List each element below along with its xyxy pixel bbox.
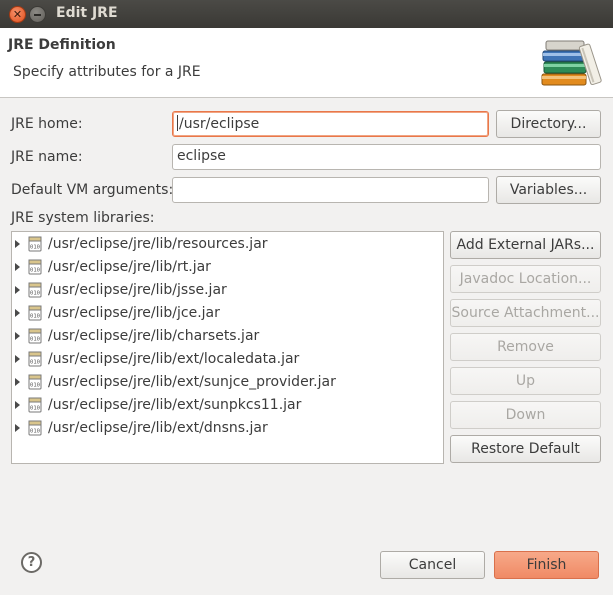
expand-arrow-icon[interactable] [15,423,20,432]
tree-item[interactable]: 010 /usr/eclipse/jre/lib/ext/dnsns.jar [12,416,442,439]
tree-item-label: /usr/eclipse/jre/lib/rt.jar [48,258,211,275]
expand-arrow-icon[interactable] [15,400,20,409]
tree-item-label: /usr/eclipse/jre/lib/ext/sunpkcs11.jar [48,396,302,413]
jre-home-value: /usr/eclipse [179,116,260,132]
source-attachment-button[interactable]: Source Attachment... [450,299,601,327]
svg-text:010: 010 [30,359,40,365]
jar-file-icon: 010 [28,374,42,389]
jre-name-label: JRE name: [11,149,83,165]
variables-button[interactable]: Variables... [496,176,601,204]
page-title: JRE Definition [8,37,116,53]
svg-text:010: 010 [30,428,40,434]
tree-item-label: /usr/eclipse/jre/lib/ext/sunjce_provider… [48,373,336,390]
remove-button[interactable]: Remove [450,333,601,361]
tree-item[interactable]: 010 /usr/eclipse/jre/lib/jsse.jar [12,278,442,301]
text-caret [177,115,178,131]
window-title: Edit JRE [56,5,118,21]
close-icon: ✕ [12,8,23,21]
tree-item-label: /usr/eclipse/jre/lib/ext/localedata.jar [48,350,300,367]
edit-jre-dialog: ✕ Edit JRE JRE Definition Specify attrib… [0,0,613,595]
svg-text:010: 010 [30,267,40,273]
expand-arrow-icon[interactable] [15,377,20,386]
expand-arrow-icon[interactable] [15,239,20,248]
tree-item[interactable]: 010 /usr/eclipse/jre/lib/jce.jar [12,301,442,324]
svg-text:010: 010 [30,382,40,388]
tree-item[interactable]: 010 /usr/eclipse/jre/lib/charsets.jar [12,324,442,347]
system-libraries-label: JRE system libraries: [11,210,155,226]
tree-item-label: /usr/eclipse/jre/lib/jsse.jar [48,281,227,298]
up-button[interactable]: Up [450,367,601,395]
vm-arguments-input[interactable] [172,177,489,203]
jar-file-icon: 010 [28,420,42,435]
directory-button[interactable]: Directory... [496,110,601,138]
vm-arguments-label: Default VM arguments: [11,182,174,198]
javadoc-location-button[interactable]: Javadoc Location... [450,265,601,293]
minimize-window-button[interactable] [29,6,46,23]
restore-default-button[interactable]: Restore Default [450,435,601,463]
expand-arrow-icon[interactable] [15,285,20,294]
tree-item-label: /usr/eclipse/jre/lib/ext/dnsns.jar [48,419,268,436]
jar-file-icon: 010 [28,305,42,320]
tree-item[interactable]: 010 /usr/eclipse/jre/lib/resources.jar [12,232,442,255]
tree-item[interactable]: 010 /usr/eclipse/jre/lib/ext/localedata.… [12,347,442,370]
jar-file-icon: 010 [28,351,42,366]
tree-item[interactable]: 010 /usr/eclipse/jre/lib/ext/sunpkcs11.j… [12,393,442,416]
svg-text:010: 010 [30,336,40,342]
library-books-icon [541,40,602,86]
jar-file-icon: 010 [28,259,42,274]
cancel-button[interactable]: Cancel [380,551,485,579]
jre-name-value: eclipse [177,148,226,164]
finish-button[interactable]: Finish [494,551,599,579]
tree-item[interactable]: 010 /usr/eclipse/jre/lib/ext/sunjce_prov… [12,370,442,393]
expand-arrow-icon[interactable] [15,262,20,271]
svg-text:010: 010 [30,405,40,411]
svg-text:010: 010 [30,244,40,250]
jre-name-input[interactable]: eclipse [172,144,601,170]
svg-text:010: 010 [30,313,40,319]
close-window-button[interactable]: ✕ [9,6,26,23]
page-description: Specify attributes for a JRE [13,64,201,80]
title-bar: ✕ Edit JRE [0,0,613,28]
libraries-tree[interactable]: 010 /usr/eclipse/jre/lib/resources.jar 0… [11,231,444,464]
jar-file-icon: 010 [28,397,42,412]
tree-item-label: /usr/eclipse/jre/lib/charsets.jar [48,327,260,344]
tree-item-label: /usr/eclipse/jre/lib/jce.jar [48,304,220,321]
svg-text:010: 010 [30,290,40,296]
jar-file-icon: 010 [28,236,42,251]
add-external-jars-button[interactable]: Add External JARs... [450,231,601,259]
help-icon[interactable]: ? [21,552,42,573]
tree-item-label: /usr/eclipse/jre/lib/resources.jar [48,235,268,252]
jre-home-input[interactable]: /usr/eclipse [172,111,489,137]
jar-file-icon: 010 [28,328,42,343]
expand-arrow-icon[interactable] [15,331,20,340]
down-button[interactable]: Down [450,401,601,429]
tree-item[interactable]: 010 /usr/eclipse/jre/lib/rt.jar [12,255,442,278]
jre-home-label: JRE home: [11,116,83,132]
header-banner: JRE Definition Specify attributes for a … [0,28,613,98]
jar-file-icon: 010 [28,282,42,297]
expand-arrow-icon[interactable] [15,354,20,363]
minimize-icon [34,13,41,16]
expand-arrow-icon[interactable] [15,308,20,317]
